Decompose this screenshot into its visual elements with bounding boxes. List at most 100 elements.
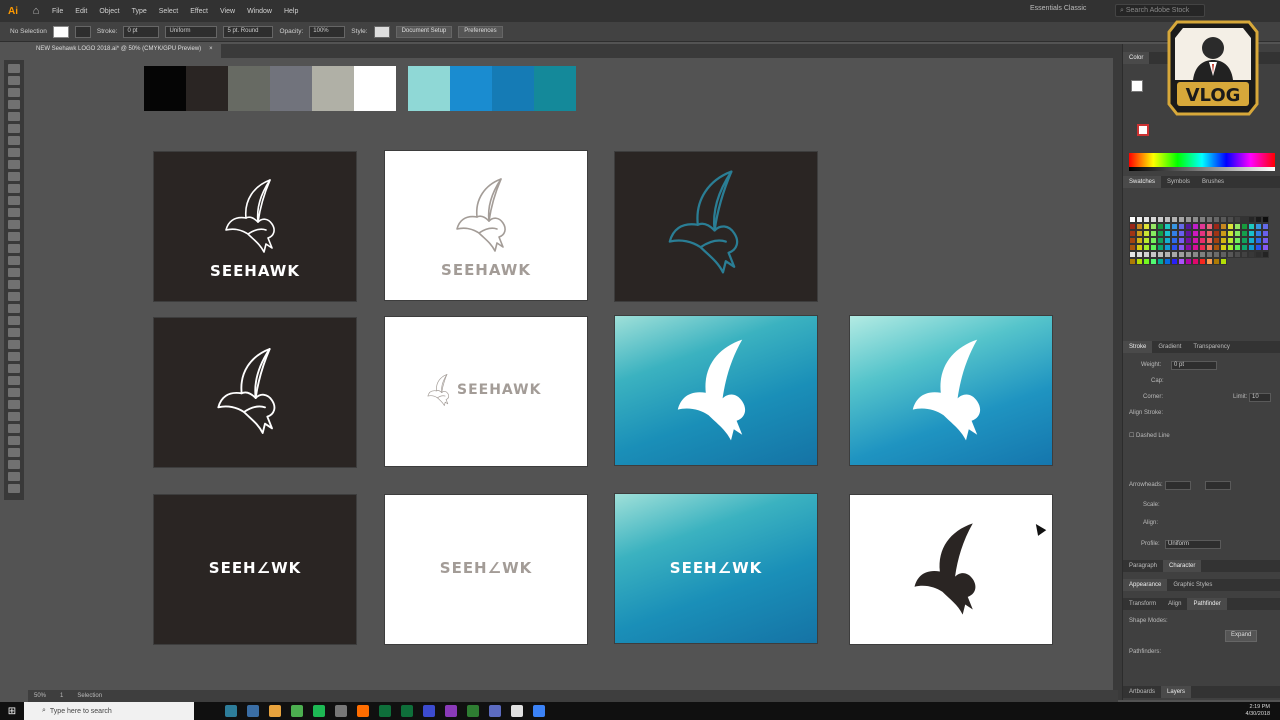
swatch-cell[interactable] [1220, 223, 1227, 230]
taskbar-app-icon[interactable] [401, 705, 413, 717]
swatch-cell[interactable] [1220, 237, 1227, 244]
tab-transform[interactable]: Transform [1123, 598, 1162, 610]
tool-button[interactable] [8, 327, 20, 337]
grayscale-ramp[interactable] [1129, 167, 1275, 171]
blue-swatch-3[interactable] [492, 66, 534, 111]
tool-button[interactable] [8, 171, 20, 181]
swatch-cell[interactable] [1171, 223, 1178, 230]
tab-align[interactable]: Align [1162, 598, 1187, 610]
menu-window[interactable]: Window [241, 8, 278, 15]
swatch-cell[interactable] [1157, 258, 1164, 265]
tool-button[interactable] [8, 399, 20, 409]
arrowhead-start-dropdown[interactable] [1165, 481, 1191, 490]
swatch-cell[interactable] [1171, 244, 1178, 251]
workspace-switcher[interactable]: Essentials Classic [1030, 5, 1086, 12]
tab-paragraph[interactable]: Paragraph [1123, 560, 1163, 572]
swatch-cell[interactable] [1136, 216, 1143, 223]
document-tab[interactable]: NEW Seehawk LOGO 2018.ai* @ 50% (CMYK/GP… [28, 44, 221, 58]
swatch-cell[interactable] [1248, 251, 1255, 258]
tool-button[interactable] [8, 351, 20, 361]
swatch-cell[interactable] [1192, 237, 1199, 244]
swatch-cell[interactable] [1192, 251, 1199, 258]
swatch-cell[interactable] [1150, 237, 1157, 244]
swatch-cell[interactable] [1248, 244, 1255, 251]
swatch-cell[interactable] [1206, 258, 1213, 265]
swatch-cell[interactable] [1164, 216, 1171, 223]
menu-help[interactable]: Help [278, 8, 304, 15]
logo-card-light-outline[interactable]: SEEHAWK [385, 151, 587, 300]
logo-card-dark-teal[interactable] [615, 152, 817, 301]
stock-search-input[interactable]: ⌕ Search Adobe Stock [1115, 4, 1205, 17]
tab-artboards[interactable]: Artboards [1123, 686, 1161, 698]
taskbar-app-icon[interactable] [423, 705, 435, 717]
tool-button[interactable] [8, 339, 20, 349]
tool-button[interactable] [8, 75, 20, 85]
swatch-cell[interactable] [1143, 230, 1150, 237]
tool-button[interactable] [8, 375, 20, 385]
swatch-cell[interactable] [1234, 244, 1241, 251]
swatch-cell[interactable] [1248, 237, 1255, 244]
swatch-cell[interactable] [1255, 230, 1262, 237]
swatch-cell[interactable] [1178, 223, 1185, 230]
swatch-cell[interactable] [1206, 223, 1213, 230]
tab-appearance[interactable]: Appearance [1123, 579, 1168, 591]
taskbar-app-icon[interactable] [291, 705, 303, 717]
swatch-cell[interactable] [1178, 216, 1185, 223]
swatch-cell[interactable] [1213, 216, 1220, 223]
logo-card-dark-mark[interactable] [154, 318, 356, 467]
logo-card-light-horizontal[interactable]: SEEHAWK [385, 317, 587, 466]
taskbar-app-icon[interactable] [357, 705, 369, 717]
blue-swatch-4[interactable] [534, 66, 576, 111]
stroke-weight-field[interactable]: 0 pt [123, 25, 160, 38]
swatch-cell[interactable] [1150, 244, 1157, 251]
windows-icon[interactable]: ⊞ [0, 702, 24, 720]
swatch-cell[interactable] [1185, 244, 1192, 251]
blue-swatch-2[interactable] [450, 66, 492, 111]
swatch-cell[interactable] [1143, 258, 1150, 265]
swatch-cell[interactable] [1171, 251, 1178, 258]
tool-button[interactable] [8, 471, 20, 481]
color-spectrum[interactable] [1129, 153, 1275, 167]
swatch-cell[interactable] [1185, 251, 1192, 258]
swatch-cell[interactable] [1171, 258, 1178, 265]
tab-stroke[interactable]: Stroke [1123, 341, 1153, 353]
tab-pathfinder[interactable]: Pathfinder [1187, 598, 1227, 610]
swatch-cell[interactable] [1143, 237, 1150, 244]
swatch-cell[interactable] [1206, 251, 1213, 258]
menu-select[interactable]: Select [153, 8, 184, 15]
swatch-cell[interactable] [1220, 244, 1227, 251]
app-logo[interactable]: Ai [0, 0, 26, 22]
swatch-cell[interactable] [1248, 216, 1255, 223]
document-setup-button[interactable]: Document Setup [395, 25, 453, 38]
swatch-cell[interactable] [1206, 216, 1213, 223]
tool-button[interactable] [8, 219, 20, 229]
logo-card-gradient-solid-2[interactable] [850, 316, 1052, 465]
swatch-cell[interactable] [1185, 230, 1192, 237]
swatch-cell[interactable] [1150, 223, 1157, 230]
swatch-cell[interactable] [1262, 223, 1269, 230]
swatch-cell[interactable] [1255, 216, 1262, 223]
swatch-cell[interactable] [1227, 216, 1234, 223]
fill-box[interactable] [1131, 80, 1143, 92]
artboard-number[interactable]: 1 [60, 693, 63, 699]
dashed-line-checkbox[interactable]: ☐ Dashed Line [1129, 432, 1170, 439]
neutral-swatch-2[interactable] [186, 66, 228, 111]
taskbar-app-icon[interactable] [511, 705, 523, 717]
tab-transparency[interactable]: Transparency [1187, 341, 1235, 353]
blue-swatch-1[interactable] [408, 66, 450, 111]
preferences-button[interactable]: Preferences [458, 25, 503, 38]
logo-card-light-black-mark[interactable] [850, 495, 1052, 644]
taskbar-app-icon[interactable] [247, 705, 259, 717]
tab-character[interactable]: Character [1163, 560, 1202, 572]
tool-button[interactable] [8, 159, 20, 169]
swatch-cell[interactable] [1213, 251, 1220, 258]
tool-button[interactable] [8, 315, 20, 325]
swatch-cell[interactable] [1213, 230, 1220, 237]
tool-button[interactable] [8, 435, 20, 445]
swatch-cell[interactable] [1136, 230, 1143, 237]
tool-button[interactable] [8, 267, 20, 277]
swatch-cell[interactable] [1171, 237, 1178, 244]
logo-card-light-wordmark[interactable]: SEEH∠WK [385, 495, 587, 644]
menu-file[interactable]: File [46, 8, 69, 15]
menu-object[interactable]: Object [93, 8, 125, 15]
